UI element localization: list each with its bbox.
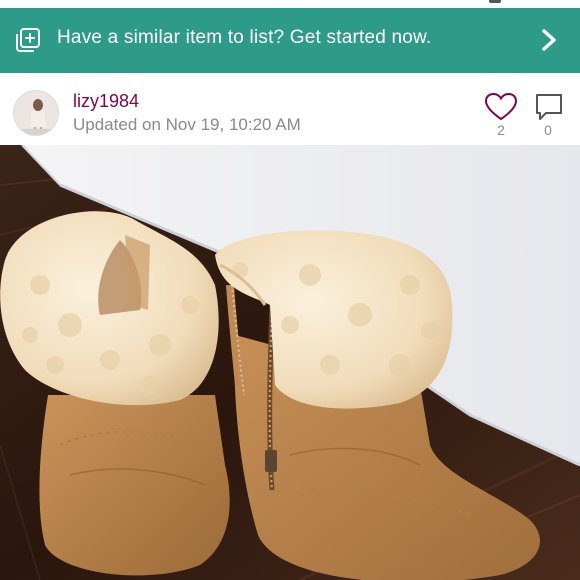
list-similar-item-banner[interactable]: Have a similar item to list? Get started…	[0, 8, 580, 73]
listing-photo[interactable]	[0, 145, 580, 580]
like-count: 2	[497, 122, 505, 138]
chevron-right-icon[interactable]	[538, 26, 560, 54]
avatar[interactable]	[13, 90, 59, 136]
updated-timestamp: Updated on Nov 19, 10:20 AM	[73, 115, 301, 134]
comment-count: 0	[544, 122, 552, 138]
banner-text: Have a similar item to list? Get started…	[57, 27, 432, 48]
comment-icon[interactable]	[534, 92, 564, 122]
add-listing-icon	[16, 28, 40, 52]
post-header: lizy1984 Updated on Nov 19, 10:20 AM 2 0	[0, 73, 580, 145]
status-bar	[0, 0, 580, 8]
username-link[interactable]: lizy1984	[73, 91, 139, 112]
status-indicator	[489, 0, 501, 3]
heart-icon[interactable]	[484, 92, 518, 122]
boots-photo	[0, 145, 580, 580]
avatar-image	[14, 91, 58, 135]
